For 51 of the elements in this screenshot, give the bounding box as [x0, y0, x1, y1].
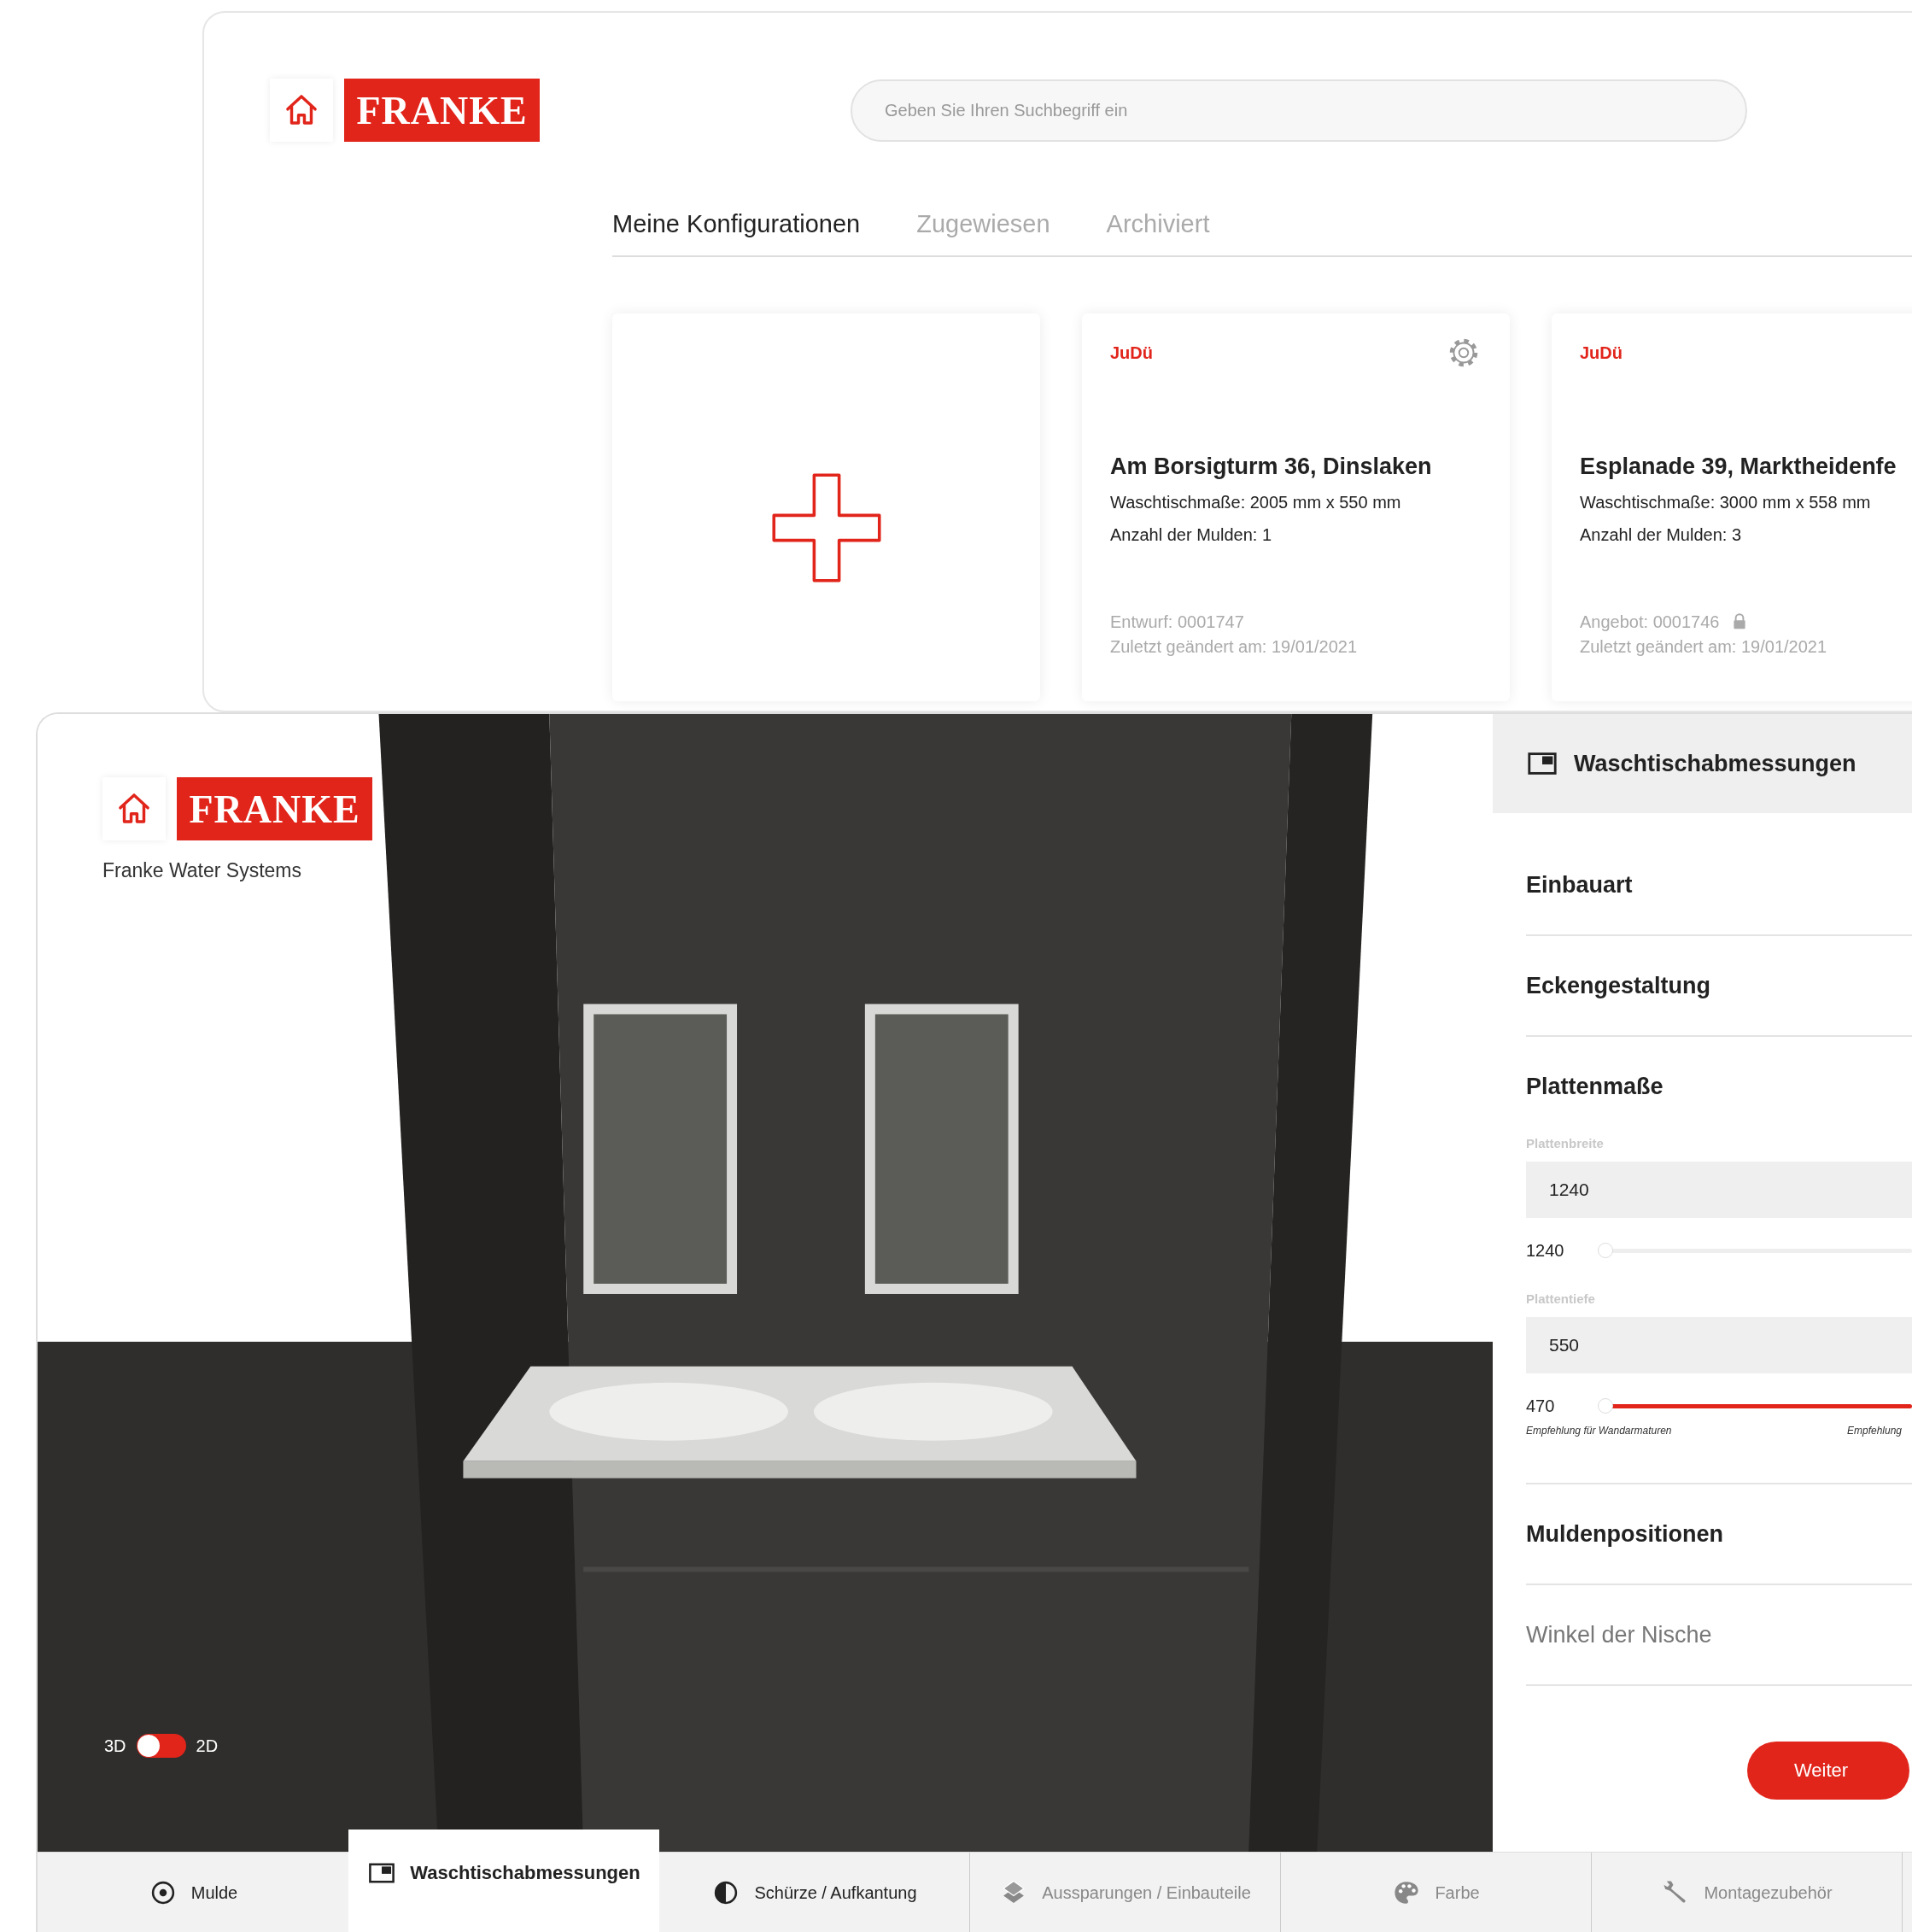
hint-text: Empfehlung — [1846, 1425, 1902, 1437]
tab-label: Waschtischabmessungen — [410, 1862, 640, 1884]
step-tab[interactable]: Mulde — [38, 1853, 348, 1932]
home-button[interactable] — [270, 79, 333, 142]
modified-date: Zuletzt geändert am: 19/01/2021 — [1580, 637, 1828, 657]
document-number: Entwurf: 0001747 — [1110, 612, 1244, 632]
search-field[interactable]: Geben Sie Ihren Suchbegriff ein — [851, 79, 1747, 142]
section-title[interactable]: Plattenmaße — [1526, 1037, 1912, 1136]
card-detail: Waschtischmaße: 3000 mm x 558 mm — [1580, 492, 1872, 512]
slider-reading: 1240 — [1526, 1240, 1565, 1261]
section-title[interactable]: Eckengestaltung — [1526, 936, 1912, 1035]
section-title: Winkel der Nische — [1526, 1620, 1713, 1649]
config-card[interactable]: JuDü Esplanade 39, Marktheidenfe Waschtischmaße: 3000 mm x 558 mm Anzahl der Mulden: 3 Angebot: 0001746 Zuletzt geändert am: 19/01/2021 — [1552, 313, 1912, 701]
step-tab[interactable]: Waschtischabmessungen — [348, 1830, 659, 1932]
tab[interactable]: Meine Konfigurationen — [612, 210, 861, 238]
card-title: Am Borsigturm 36, Dinslaken — [1110, 454, 1433, 480]
card-title: Esplanade 39, Marktheidenfe — [1580, 454, 1897, 480]
card-detail: Waschtischmaße: 2005 mm x 550 mm — [1110, 492, 1402, 512]
owner-label: JuDü — [1110, 342, 1153, 363]
panel-title: Waschtischabmessungen — [1574, 750, 1856, 777]
next-button[interactable]: Weiter — [1747, 1742, 1909, 1800]
home-button[interactable] — [102, 777, 166, 840]
toggle-label: 2D — [196, 1736, 219, 1756]
slider-thumb[interactable] — [1598, 1243, 1613, 1258]
slider-track[interactable] — [1599, 1397, 1912, 1414]
tab-label: Montagezubehör — [1704, 1882, 1833, 1903]
card-detail: Anzahl der Mulden: 3 — [1580, 524, 1742, 545]
tab-label: Mulde — [190, 1882, 238, 1903]
slider-thumb[interactable] — [1598, 1398, 1613, 1414]
brand-logo: FRANKE — [177, 777, 372, 840]
owner-label: JuDü — [1580, 342, 1623, 363]
config-card[interactable]: JuDü Am Borsigturm 36, Dinslaken Waschtischmaße: 2005 mm x 550 mm Anzahl der Mulden: 1 Entwurf: 0001747 Zuletzt geändert am: 19/01/2021 — [1082, 313, 1510, 701]
brand-subtitle: Franke Water Systems — [102, 859, 303, 882]
hint-text: Empfehlung für Wandarmaturen — [1526, 1425, 1672, 1437]
tab-label: Schürze / Aufkantung — [754, 1882, 917, 1903]
tab-label: Aussparungen / Einbauteile — [1042, 1882, 1251, 1903]
slider-track[interactable] — [1599, 1242, 1912, 1259]
tab-label: Farbe — [1435, 1882, 1480, 1903]
number-field[interactable]: 1240 — [1526, 1162, 1912, 1218]
document-number: Angebot: 0001746 — [1580, 612, 1720, 632]
step-tab[interactable]: Schürze / Aufkantung — [659, 1853, 970, 1932]
slider-reading: 470 — [1526, 1396, 1556, 1416]
section-title[interactable]: Einbauart — [1526, 835, 1912, 934]
plus-icon — [770, 472, 882, 583]
number-field[interactable]: 550 — [1526, 1317, 1912, 1373]
brand-logo: FRANKE — [344, 79, 540, 142]
card-detail: Anzahl der Mulden: 1 — [1110, 524, 1272, 545]
view-toggle[interactable] — [136, 1734, 186, 1758]
modified-date: Zuletzt geändert am: 19/01/2021 — [1110, 637, 1359, 657]
section-title[interactable]: Muldenpositionen — [1526, 1484, 1912, 1584]
toggle-label: 3D — [104, 1736, 126, 1756]
